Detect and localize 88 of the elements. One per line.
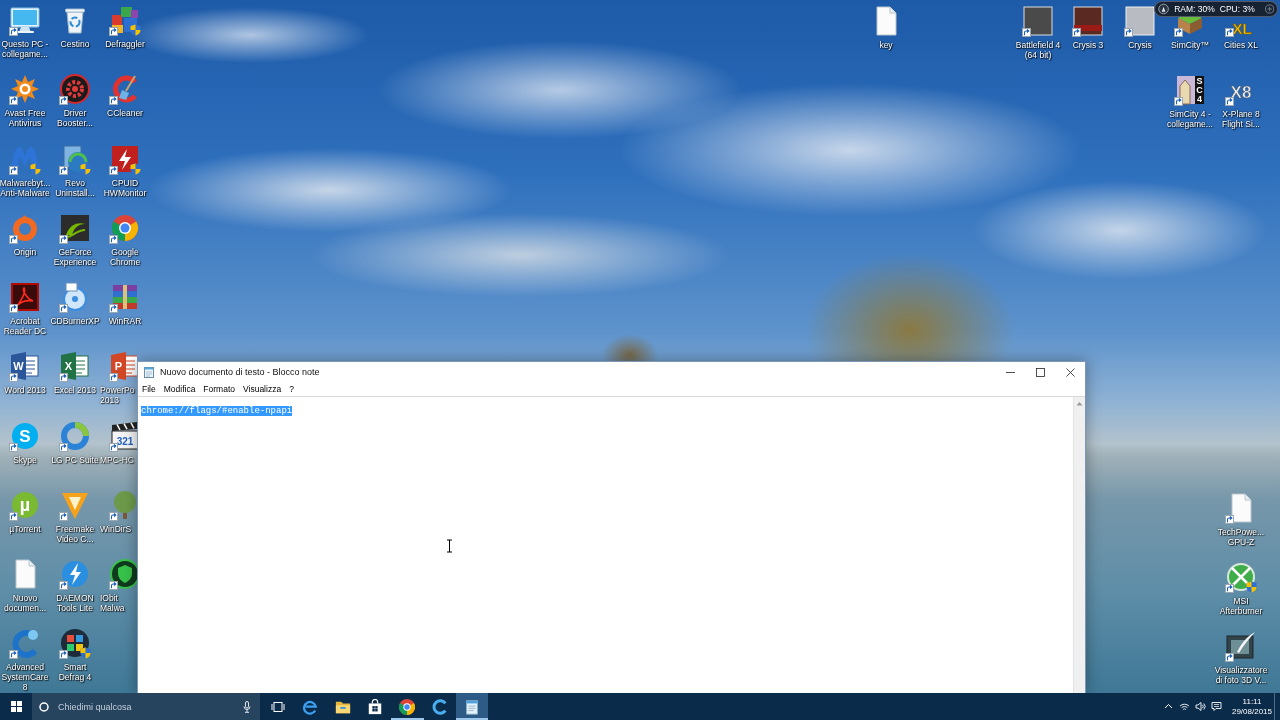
document-text: chrome://flags/#enable-npapi <box>141 406 293 416</box>
globe-arc-icon[interactable] <box>59 143 91 175</box>
icon-label[interactable]: Google Chrome <box>100 247 150 267</box>
two-tone-ring-icon[interactable] <box>59 420 91 452</box>
swirl-tile-icon[interactable] <box>59 212 91 244</box>
search-field[interactable]: Chiedimi qualcosa <box>58 699 243 714</box>
taskbar-button[interactable] <box>455 693 489 720</box>
clock-button[interactable]: 11:11 29/08/2015 <box>1230 693 1274 720</box>
icon-label[interactable]: Smart Defrag 4 <box>50 662 100 682</box>
icon-label[interactable]: WinRAR <box>108 316 142 326</box>
x-circle-icon[interactable] <box>1225 561 1257 593</box>
menu-item[interactable]: ? <box>285 382 298 396</box>
message-icon <box>1210 701 1222 712</box>
lightning-tile-icon[interactable] <box>109 143 141 175</box>
icon-label[interactable]: Cities XL <box>1224 40 1258 50</box>
game-cover-icon[interactable] <box>1022 5 1054 37</box>
icon-label[interactable]: Questo PC - collegame... <box>0 39 50 59</box>
triangle-circle-icon[interactable] <box>1158 3 1170 15</box>
picture-frame-icon[interactable] <box>1225 630 1257 662</box>
window-title: Nuovo documento di testo - Blocco note <box>160 367 321 377</box>
notepad-icon[interactable] <box>143 366 155 378</box>
icon-label[interactable]: MSI Afterburner <box>1216 596 1266 616</box>
icon-label[interactable]: X-Plane 8 Flight Si... <box>1216 109 1266 129</box>
menu-item[interactable]: Visualizza <box>239 382 286 396</box>
icon-label[interactable]: DAEMON Tools Lite <box>50 593 100 613</box>
icon-label[interactable]: Battlefield 4 (64 bit) <box>1013 40 1063 60</box>
icon-label[interactable]: µTorrent <box>9 524 41 534</box>
s-bubble-icon[interactable]: S <box>9 420 41 452</box>
task-view-icon <box>270 700 285 713</box>
ram-usage: RAM: 30% <box>1174 4 1215 14</box>
icon-label[interactable]: SimCity 4 - collegame... <box>1165 109 1215 129</box>
windows-logo-icon <box>10 701 22 712</box>
torrent-logo-icon[interactable]: µ <box>9 489 41 521</box>
icon-label[interactable]: Origin <box>13 247 37 257</box>
speaker-icon <box>1194 701 1206 712</box>
game-cover-icon[interactable] <box>1124 5 1156 37</box>
circle-icon[interactable] <box>39 701 49 712</box>
tree-icon[interactable] <box>109 489 137 521</box>
icon-label[interactable]: Freemake Video C... <box>50 524 100 544</box>
menu-item[interactable]: Modifica <box>159 382 200 396</box>
icon-label[interactable]: key <box>879 40 893 50</box>
pdf-logo-icon[interactable] <box>9 281 41 313</box>
icon-label[interactable]: Malwarebyt... Anti-Malware <box>0 178 51 198</box>
e-logo-icon <box>302 698 319 715</box>
icon-label[interactable]: Avast Free Antivirus <box>0 108 50 128</box>
starburst-icon[interactable] <box>9 73 41 105</box>
microphone-icon[interactable] <box>243 700 251 713</box>
cubes-icon[interactable] <box>109 4 141 36</box>
icon-label[interactable]: Acrobat Reader DC <box>0 316 50 336</box>
vertical-scrollbar[interactable] <box>1073 397 1085 693</box>
icon-label[interactable]: SimCity™ <box>1171 40 1209 50</box>
text-editor-field[interactable]: chrome://flags/#enable-npapi <box>138 397 1073 693</box>
icon-label[interactable]: Cestino <box>60 39 90 49</box>
search-box[interactable]: Chiedimi qualcosa <box>32 693 260 720</box>
text-cursor-icon <box>446 539 453 553</box>
maximize-icon <box>1035 367 1045 377</box>
c-ring-icon <box>431 698 448 715</box>
icon-label[interactable]: GeForce Experience <box>50 247 100 267</box>
icon-label[interactable]: CPUID HWMonitor <box>100 178 150 198</box>
chrome-logo-icon[interactable] <box>109 212 141 244</box>
gear-badge-icon[interactable] <box>59 73 91 105</box>
wifi-icon <box>1178 701 1190 712</box>
icon-label[interactable]: Revo Uninstall... <box>50 178 100 198</box>
icon-label[interactable]: Crysis 3 <box>1072 40 1104 50</box>
icon-label[interactable]: IObit Malwa <box>100 593 136 613</box>
monitor-icon[interactable] <box>9 4 41 36</box>
icon-label[interactable]: Advanced SystemCare 8 <box>0 662 50 692</box>
shopping-bag-icon <box>366 698 383 715</box>
icon-label[interactable]: Visualizzatore di foto 3D V... <box>1214 665 1268 685</box>
lightning-circle-icon[interactable] <box>59 558 91 590</box>
icon-label[interactable]: Driver Booster... <box>50 108 100 128</box>
plus-icon[interactable] <box>1264 4 1274 14</box>
menu-item[interactable]: File <box>138 382 160 396</box>
notepad-icon <box>464 698 481 715</box>
icon-label[interactable]: CCleaner <box>107 108 143 118</box>
close-icon <box>1065 367 1075 377</box>
blocks-badge-icon[interactable] <box>59 627 91 659</box>
game-cover-icon[interactable] <box>1072 5 1104 37</box>
icon-label[interactable]: Nuovo documen... <box>0 593 50 613</box>
menu-item[interactable]: Formato <box>199 382 239 396</box>
icon-label[interactable]: Defraggler <box>105 39 145 49</box>
icon-label[interactable]: WinDirS <box>100 524 132 534</box>
icon-label[interactable]: TechPowe... GPU-Z <box>1216 527 1266 547</box>
chrome-logo-icon <box>399 698 416 715</box>
icon-label[interactable]: CDBurnerXP <box>50 316 100 326</box>
icon-label[interactable]: Crysis <box>1128 40 1152 50</box>
cpu-usage: CPU: 3% <box>1219 4 1255 14</box>
c-ring-icon[interactable] <box>9 627 41 659</box>
